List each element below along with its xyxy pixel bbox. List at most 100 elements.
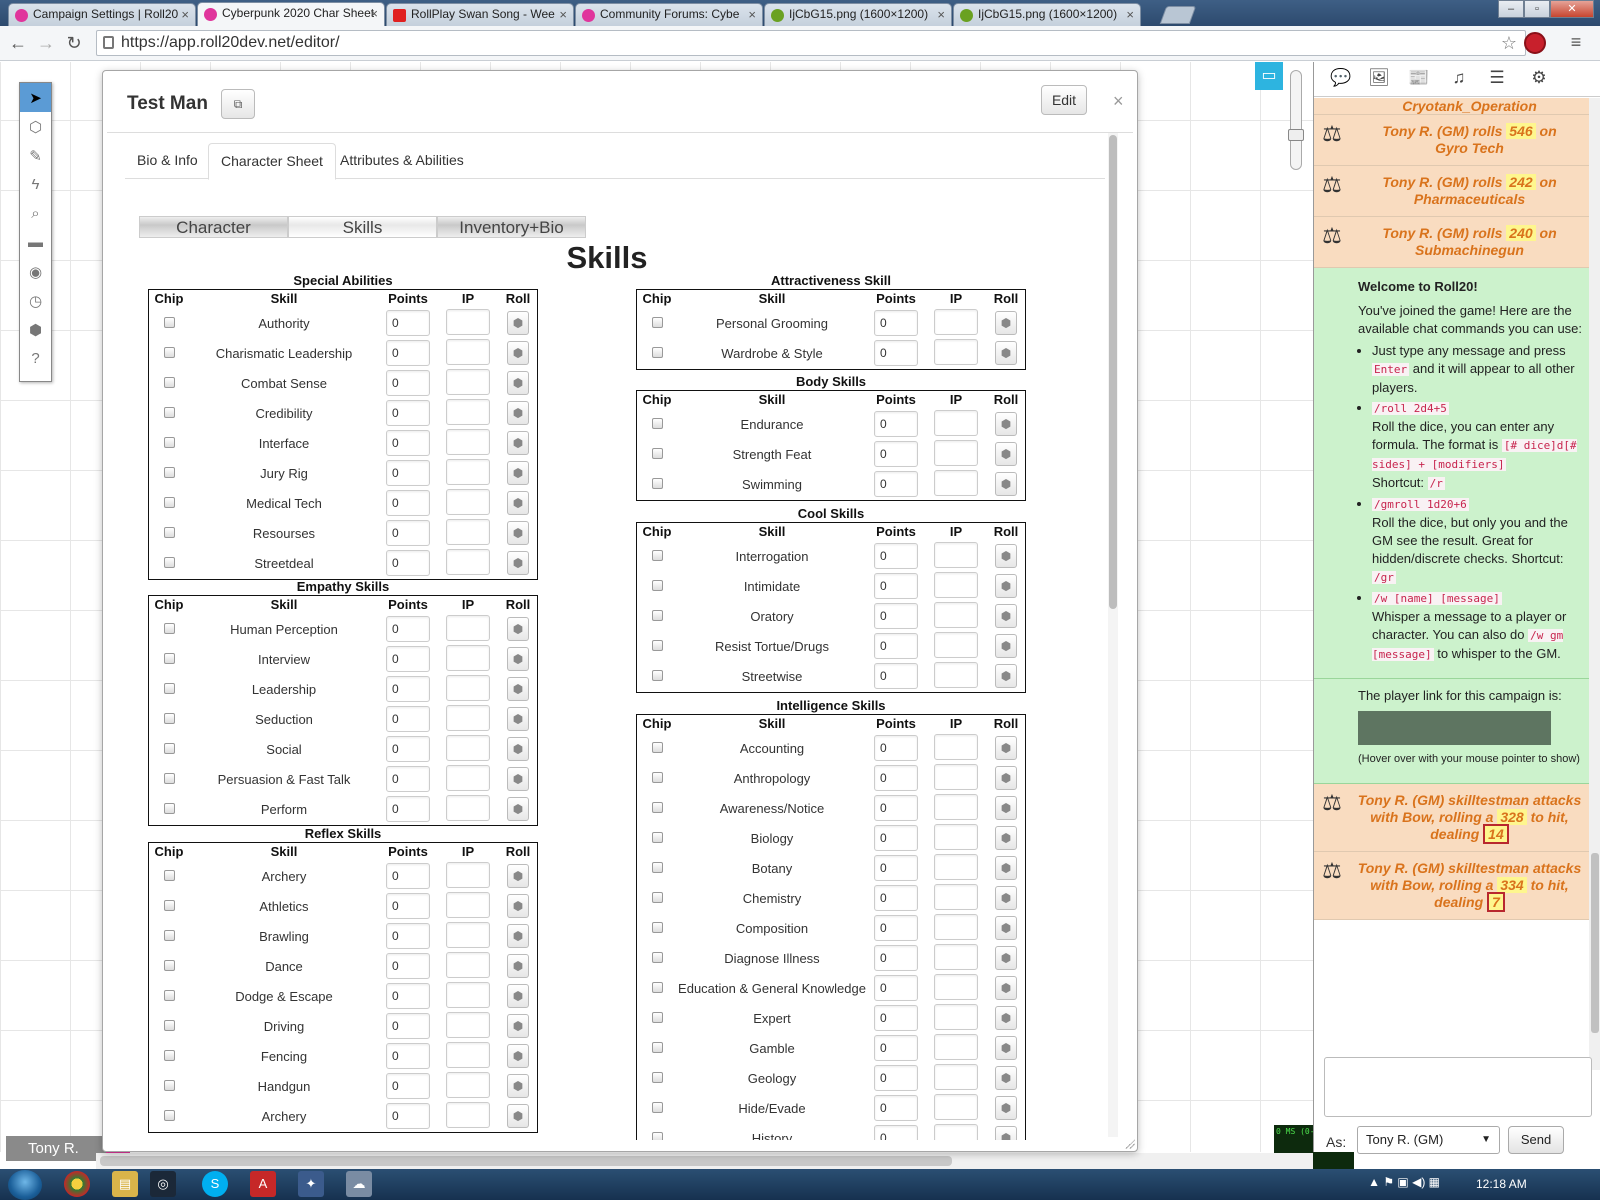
scrollbar-thumb[interactable] xyxy=(100,1156,952,1166)
points-input[interactable]: 0 xyxy=(386,340,430,366)
points-input[interactable]: 0 xyxy=(874,441,918,467)
chat-input[interactable] xyxy=(1324,1057,1592,1117)
ip-input[interactable] xyxy=(934,308,978,335)
chip-checkbox[interactable] xyxy=(651,771,663,783)
chip-checkbox[interactable] xyxy=(163,316,175,328)
points-input[interactable]: 0 xyxy=(386,1073,430,1099)
chip-checkbox[interactable] xyxy=(163,802,175,814)
chip-checkbox[interactable] xyxy=(163,346,175,358)
close-window-icon[interactable]: ✕ xyxy=(1550,0,1594,18)
roll-dice-button[interactable]: ⬢ xyxy=(507,1074,529,1098)
chip-checkbox[interactable] xyxy=(651,417,663,429)
ip-input[interactable] xyxy=(446,1101,490,1128)
ip-input[interactable] xyxy=(446,368,490,395)
roll-dice-button[interactable]: ⬢ xyxy=(995,412,1017,436)
roll-dice-button[interactable]: ⬢ xyxy=(995,856,1017,880)
chip-checkbox[interactable] xyxy=(651,831,663,843)
ip-input[interactable] xyxy=(446,704,490,731)
journal-icon[interactable]: 📰 xyxy=(1406,68,1432,92)
ip-input[interactable] xyxy=(934,853,978,880)
roll-dice-button[interactable]: ⬢ xyxy=(995,544,1017,568)
points-input[interactable]: 0 xyxy=(386,863,430,889)
ip-input[interactable] xyxy=(934,541,978,568)
ip-input[interactable] xyxy=(934,733,978,760)
chip-checkbox[interactable] xyxy=(651,1101,663,1113)
ip-input[interactable] xyxy=(446,308,490,335)
points-input[interactable]: 0 xyxy=(386,430,430,456)
ip-input[interactable] xyxy=(446,1071,490,1098)
chip-checkbox[interactable] xyxy=(163,742,175,754)
sheet-tab-inventory-bio[interactable]: Inventory+Bio xyxy=(437,216,586,238)
points-input[interactable]: 0 xyxy=(874,975,918,1001)
scrollbar-thumb[interactable] xyxy=(1109,135,1117,609)
chip-checkbox[interactable] xyxy=(651,1041,663,1053)
tab-character-sheet[interactable]: Character Sheet xyxy=(208,143,336,180)
chip-checkbox[interactable] xyxy=(163,376,175,388)
roll-dice-button[interactable]: ⬢ xyxy=(507,341,529,365)
chip-checkbox[interactable] xyxy=(651,801,663,813)
close-tab-icon[interactable]: × xyxy=(748,4,756,25)
ip-input[interactable] xyxy=(934,1063,978,1090)
roll-dice-button[interactable]: ⬢ xyxy=(995,736,1017,760)
points-input[interactable]: 0 xyxy=(874,633,918,659)
ip-input[interactable] xyxy=(934,409,978,436)
zoom-slider[interactable] xyxy=(1288,70,1304,170)
ip-input[interactable] xyxy=(446,1041,490,1068)
ip-input[interactable] xyxy=(934,631,978,658)
player-link-hidden[interactable] xyxy=(1358,711,1551,745)
points-input[interactable]: 0 xyxy=(386,983,430,1009)
roll-dice-button[interactable]: ⬢ xyxy=(995,1036,1017,1060)
back-arrow-icon[interactable]: ← xyxy=(6,31,30,55)
chip-checkbox[interactable] xyxy=(651,891,663,903)
points-input[interactable]: 0 xyxy=(386,550,430,576)
ip-input[interactable] xyxy=(446,861,490,888)
points-input[interactable]: 0 xyxy=(874,1065,918,1091)
ip-input[interactable] xyxy=(934,763,978,790)
close-tab-icon[interactable]: × xyxy=(937,4,945,25)
bookmark-star-icon[interactable]: ☆ xyxy=(1501,31,1517,55)
chip-checkbox[interactable] xyxy=(651,951,663,963)
points-input[interactable]: 0 xyxy=(386,736,430,762)
points-input[interactable]: 0 xyxy=(386,370,430,396)
chrome-taskbar-icon[interactable] xyxy=(64,1171,90,1197)
ip-input[interactable] xyxy=(934,823,978,850)
roll-dice-button[interactable]: ⬢ xyxy=(995,664,1017,688)
chip-checkbox[interactable] xyxy=(163,772,175,784)
ip-input[interactable] xyxy=(934,943,978,970)
roll-dice-button[interactable]: ⬢ xyxy=(507,864,529,888)
roll-dice-button[interactable]: ⬢ xyxy=(995,634,1017,658)
roll-dice-button[interactable]: ⬢ xyxy=(507,431,529,455)
points-input[interactable]: 0 xyxy=(874,543,918,569)
steam-taskbar-icon[interactable]: ◎ xyxy=(150,1171,176,1197)
ip-input[interactable] xyxy=(446,951,490,978)
chat-bubble-icon[interactable]: 💬 xyxy=(1328,68,1354,92)
browser-tab-campaign-settings[interactable]: Campaign Settings | Roll20 × xyxy=(8,3,196,26)
chip-checkbox[interactable] xyxy=(163,526,175,538)
extension-icon[interactable] xyxy=(1524,32,1546,54)
ip-input[interactable] xyxy=(934,1123,978,1140)
ip-input[interactable] xyxy=(446,981,490,1008)
roll-dice-button[interactable]: ⬢ xyxy=(995,976,1017,1000)
ip-input[interactable] xyxy=(934,1033,978,1060)
ip-input[interactable] xyxy=(934,439,978,466)
hamburger-menu-icon[interactable]: ≡ xyxy=(1566,32,1586,52)
ip-input[interactable] xyxy=(446,1011,490,1038)
chip-checkbox[interactable] xyxy=(163,1109,175,1121)
roll-dice-button[interactable]: ⬢ xyxy=(507,984,529,1008)
chip-checkbox[interactable] xyxy=(163,556,175,568)
roll-dice-button[interactable]: ⬢ xyxy=(995,946,1017,970)
roll-dice-button[interactable]: ⬢ xyxy=(995,311,1017,335)
fx-lightning-icon[interactable]: ϟ xyxy=(20,170,51,199)
app-taskbar-icon[interactable]: ✦ xyxy=(298,1171,324,1197)
browser-tab-image-2[interactable]: IjCbG15.png (1600×1200) × xyxy=(953,3,1141,26)
resize-grip-icon[interactable] xyxy=(1125,1139,1135,1149)
ip-input[interactable] xyxy=(446,428,490,455)
select-pointer-icon[interactable]: ➤ xyxy=(20,83,51,112)
points-input[interactable]: 0 xyxy=(386,616,430,642)
roll-dice-button[interactable]: ⬢ xyxy=(507,1014,529,1038)
chip-checkbox[interactable] xyxy=(163,682,175,694)
ip-input[interactable] xyxy=(934,1093,978,1120)
points-input[interactable]: 0 xyxy=(386,953,430,979)
roll-dice-button[interactable]: ⬢ xyxy=(507,311,529,335)
roll-dice-button[interactable]: ⬢ xyxy=(507,767,529,791)
